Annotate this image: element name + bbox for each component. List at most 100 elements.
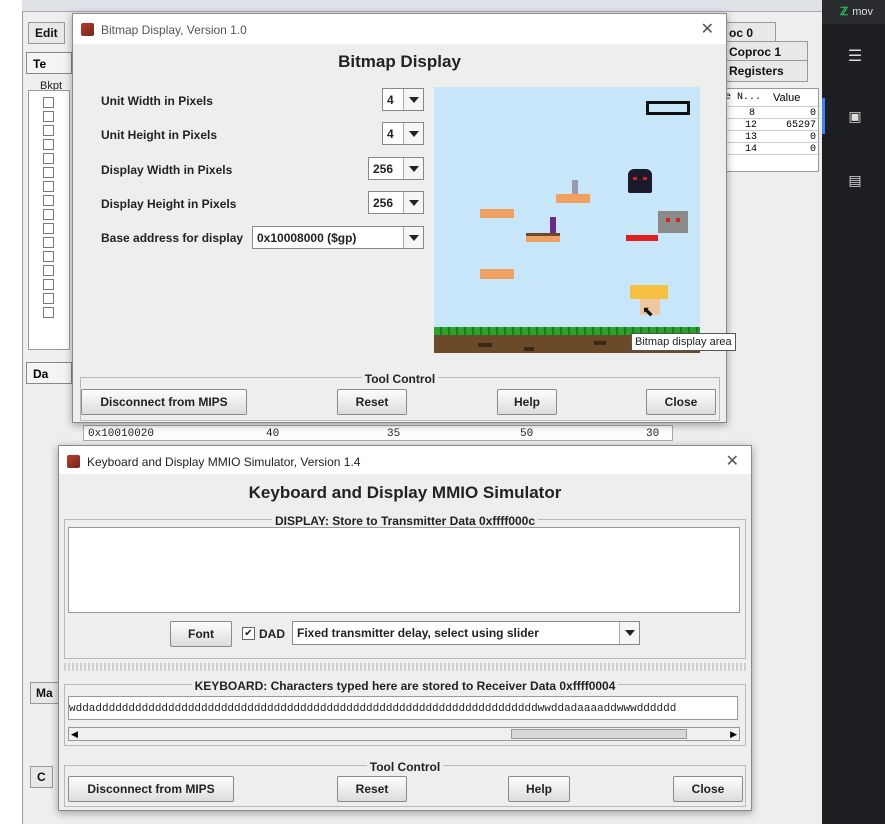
tab-text-segment[interactable]: Te — [26, 52, 72, 74]
list-icon[interactable]: ▤ — [845, 170, 865, 190]
scrollbar-thumb[interactable] — [511, 729, 687, 739]
tab-console[interactable]: C — [30, 766, 53, 788]
breakpoint-column — [28, 90, 70, 350]
platform — [480, 269, 514, 279]
bitmap-window-title: Bitmap Display, Version 1.0 — [101, 23, 247, 37]
scroll-left-icon[interactable]: ◀ — [71, 729, 78, 740]
register-number: 13 — [745, 132, 758, 143]
breakpoint-checkbox[interactable] — [43, 237, 54, 248]
unit-height-select[interactable]: 4 — [382, 122, 424, 145]
display-width-select[interactable]: 256 — [368, 157, 424, 180]
breakpoint-checkbox[interactable] — [43, 195, 54, 206]
dad-checkbox[interactable]: ✔ — [242, 627, 255, 640]
image-icon[interactable]: ▣ — [845, 106, 865, 126]
register-value: 0 — [809, 108, 816, 119]
register-number: 12 — [745, 120, 758, 131]
tab-data-segment[interactable]: Da — [26, 362, 72, 384]
header-value: Value — [773, 92, 801, 104]
display-height-select[interactable]: 256 — [368, 191, 424, 214]
breakpoint-checkbox[interactable] — [43, 279, 54, 290]
bitmap-close-button[interactable]: Close — [646, 389, 716, 415]
breakpoint-checkbox[interactable] — [43, 181, 54, 192]
bitmap-disconnect-button[interactable]: Disconnect from MIPS — [81, 389, 247, 415]
mars-toolbar-strip — [22, 0, 822, 12]
bitmap-heading: Bitmap Display — [338, 52, 461, 71]
register-value: 65297 — [785, 120, 816, 131]
bitmap-reset-button[interactable]: Reset — [337, 389, 407, 415]
mmio-disconnect-button[interactable]: Disconnect from MIPS — [68, 776, 234, 802]
breakpoint-checkbox[interactable] — [43, 111, 54, 122]
breakpoint-checkbox[interactable] — [43, 167, 54, 178]
breakpoint-checkbox[interactable] — [43, 265, 54, 276]
table-row[interactable]: 14 0 — [723, 144, 820, 155]
desktop-left-edge — [0, 0, 22, 824]
base-address-label: Base address for display — [101, 231, 244, 245]
dirt-detail — [478, 343, 492, 347]
breakpoint-checkbox[interactable] — [43, 293, 54, 304]
display-height-value: 256 — [373, 196, 394, 210]
transmitter-delay-select[interactable]: Fixed transmitter delay, select using sl… — [292, 621, 640, 645]
chevron-down-icon — [619, 622, 639, 644]
base-address-select[interactable]: 0x10008000 ($gp) — [252, 226, 424, 249]
register-table: e N... Value 8 0 12 65297 13 0 14 0 — [722, 88, 820, 172]
table-row[interactable]: 8 0 — [723, 108, 820, 119]
breakpoint-checkbox[interactable] — [43, 209, 54, 220]
close-icon[interactable]: ✕ — [726, 451, 739, 471]
pillar-sprite — [572, 180, 578, 194]
tab-edit[interactable]: Edit — [28, 22, 65, 44]
close-icon[interactable]: ✕ — [701, 19, 714, 39]
breakpoint-checkbox[interactable] — [43, 307, 54, 318]
tab-mars-messages[interactable]: Ma — [30, 682, 59, 704]
chevron-down-icon — [403, 123, 423, 144]
scroll-right-icon[interactable]: ▶ — [730, 729, 737, 740]
unit-width-select[interactable]: 4 — [382, 88, 424, 111]
dad-label: DAD — [259, 627, 285, 641]
display-output-area[interactable] — [68, 527, 740, 613]
mars-app-icon — [67, 455, 80, 468]
register-table-header: e N... Value — [723, 89, 820, 107]
red-platform — [626, 235, 658, 241]
menu-icon[interactable]: ☰ — [845, 47, 865, 67]
post-sprite — [550, 217, 556, 233]
mmio-heading: Keyboard and Display MMIO Simulator — [248, 483, 562, 502]
memory-value: 30 — [646, 428, 660, 440]
breakpoint-checkbox[interactable] — [43, 223, 54, 234]
platform — [526, 233, 560, 242]
bitmap-titlebar: Bitmap Display, Version 1.0 ✕ — [73, 14, 726, 44]
chevron-down-icon — [403, 89, 423, 110]
table-row[interactable]: 13 0 — [723, 132, 820, 143]
memory-value: 35 — [387, 428, 401, 440]
bitmap-help-button[interactable]: Help — [497, 389, 557, 415]
health-bar — [646, 101, 690, 115]
memory-address: 0x10010020 — [88, 428, 155, 440]
breakpoint-checkbox[interactable] — [43, 139, 54, 150]
enemy-eye — [643, 177, 647, 180]
mmio-close-button[interactable]: Close — [673, 776, 743, 802]
robot-enemy-sprite — [658, 211, 688, 233]
bitmap-tool-control-title: Tool Control — [81, 370, 719, 388]
tab-text-segment-label: Te — [33, 57, 47, 71]
mars-app-icon — [81, 23, 94, 36]
split-pane-divider[interactable] — [64, 663, 746, 671]
breakpoint-checkbox[interactable] — [43, 153, 54, 164]
mmio-window-title: Keyboard and Display MMIO Simulator, Ver… — [87, 455, 361, 469]
spider-enemy-sprite — [628, 169, 652, 193]
header-number: N... — [737, 92, 762, 103]
keyboard-input-field[interactable]: wddadddddddddddddddddddddddddddddddddddd… — [68, 696, 738, 720]
memory-data-row[interactable]: 0x10010020 40 35 50 30 — [83, 425, 673, 441]
breakpoint-checkbox[interactable] — [43, 251, 54, 262]
unit-width-label: Unit Width in Pixels — [101, 94, 213, 108]
font-button[interactable]: Font — [170, 621, 232, 647]
bitmap-display-area[interactable] — [434, 87, 700, 353]
keyboard-horizontal-scrollbar[interactable]: ◀ ▶ — [68, 727, 740, 741]
mmio-help-button[interactable]: Help — [508, 776, 570, 802]
breakpoint-checkbox[interactable] — [43, 97, 54, 108]
register-number: 14 — [745, 144, 758, 155]
tab-registers[interactable]: Registers — [722, 60, 808, 82]
sidebar-top-text: mov — [852, 6, 873, 18]
chevron-down-icon — [403, 227, 423, 248]
table-row[interactable]: 12 65297 — [723, 120, 820, 131]
mmio-reset-button[interactable]: Reset — [337, 776, 407, 802]
breakpoint-checkbox[interactable] — [43, 125, 54, 136]
display-height-label: Display Height in Pixels — [101, 197, 237, 211]
